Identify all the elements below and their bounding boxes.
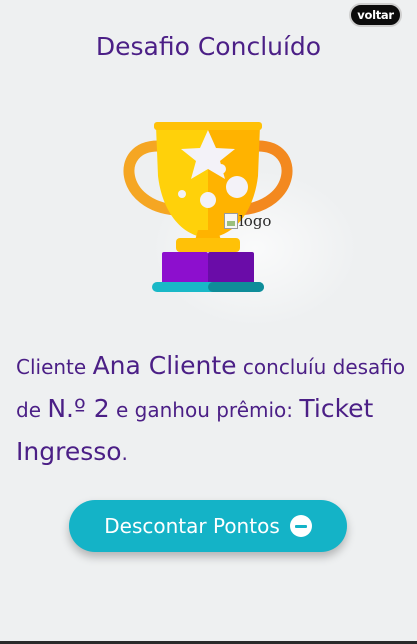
descontar-pontos-label: Descontar Pontos: [104, 514, 280, 538]
challenge-complete-screen: voltar Desafio Concluído logo Cliente An…: [0, 0, 417, 644]
broken-image-icon: [224, 213, 238, 229]
message-middle-2: e ganhou prêmio:: [109, 398, 300, 422]
challenge-number: N.º 2: [47, 394, 110, 423]
page-title: Desafio Concluído: [95, 32, 322, 61]
logo-alt-text: logo: [239, 212, 272, 230]
message-suffix: .: [121, 441, 128, 465]
completion-message: Cliente Ana Cliente concluíu desafio de …: [16, 345, 406, 474]
trophy-icon: [123, 122, 293, 292]
message-prefix: Cliente: [16, 355, 93, 379]
client-name: Ana Cliente: [92, 351, 237, 380]
logo-image: logo: [224, 212, 271, 230]
descontar-pontos-button[interactable]: Descontar Pontos: [69, 500, 347, 552]
minus-circle-icon: [289, 515, 312, 537]
back-button[interactable]: voltar: [349, 3, 402, 27]
